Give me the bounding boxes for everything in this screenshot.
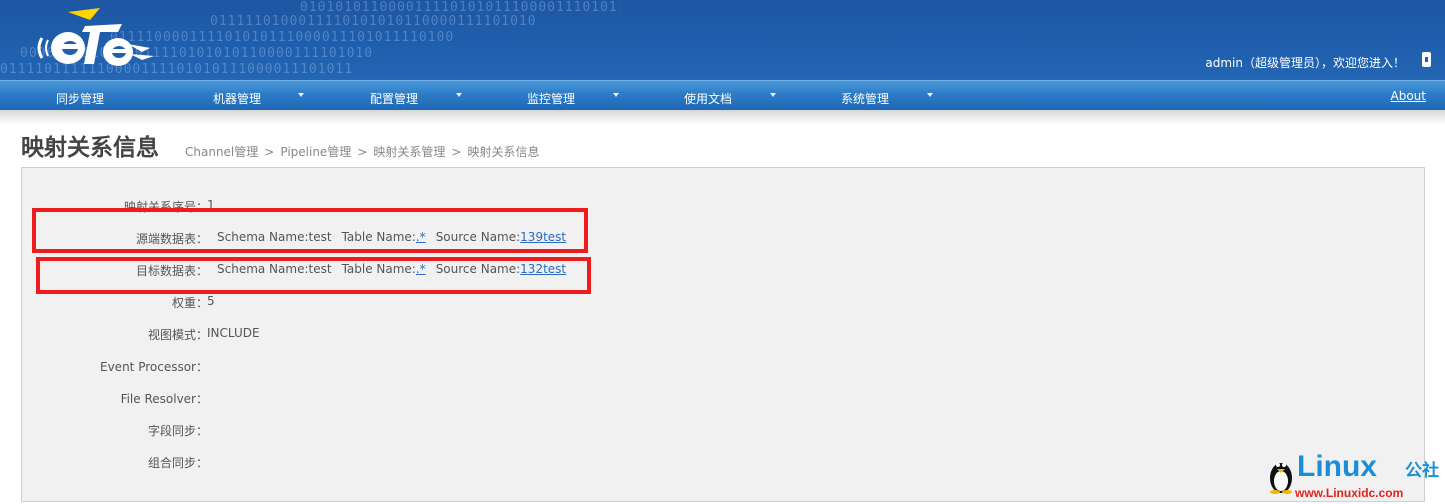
- view-mode-value: INCLUDE: [207, 326, 260, 340]
- event-processor-label: Event Processor：: [100, 360, 208, 374]
- chevron-down-icon[interactable]: [927, 93, 933, 97]
- detail-row-field-sync: 字段同步：: [22, 422, 722, 438]
- nav-item-machine-management[interactable]: 机器管理: [213, 90, 261, 107]
- detail-row-group-sync: 组合同步：: [22, 454, 722, 470]
- breadcrumb: Channel管理 > Pipeline管理 > 映射关系管理 > 映射关系信息: [185, 143, 539, 160]
- tux-penguin-icon: [1270, 463, 1292, 494]
- chevron-down-icon[interactable]: [770, 93, 776, 97]
- otter-logo-icon[interactable]: [30, 4, 160, 76]
- breadcrumb-item-pipeline[interactable]: Pipeline管理: [280, 145, 351, 159]
- nav-item-config-management[interactable]: 配置管理: [370, 90, 418, 107]
- nav-item-system-management[interactable]: 系统管理: [841, 90, 889, 107]
- nav-item-sync-management[interactable]: 同步管理: [56, 90, 104, 107]
- detail-row-view-mode: 视图模式： INCLUDE: [22, 326, 722, 342]
- header-banner: 0101010110000111101010111000011101011 01…: [0, 0, 1445, 80]
- main-nav-bar: 同步管理 机器管理 配置管理 监控管理 使用文档 系统管理 About: [0, 80, 1445, 110]
- weight-value: 5: [207, 294, 215, 308]
- chevron-down-icon[interactable]: [456, 93, 462, 97]
- breadcrumb-separator: >: [451, 145, 462, 159]
- detail-row-file-resolver: File Resolver：: [22, 390, 722, 406]
- page-title: 映射关系信息: [21, 135, 159, 161]
- breadcrumb-item-mapping-info: 映射关系信息: [467, 145, 540, 159]
- nav-shadow: [0, 110, 1445, 124]
- highlight-box-target: [36, 257, 591, 294]
- chevron-down-icon[interactable]: [613, 93, 619, 97]
- detail-row-event-processor: Event Processor：: [22, 358, 722, 374]
- field-sync-label: 字段同步：: [147, 424, 208, 438]
- breadcrumb-item-channel[interactable]: Channel管理: [185, 145, 258, 159]
- nav-item-monitor-management[interactable]: 监控管理: [527, 90, 575, 107]
- file-resolver-label: File Resolver：: [120, 392, 208, 406]
- highlight-box-source: [32, 208, 588, 253]
- watermark-brand-cn: 公社: [1405, 461, 1439, 481]
- detail-row-weight: 权重： 5: [22, 294, 722, 310]
- user-welcome-text: admin（超级管理员），欢迎您进入！: [1205, 56, 1405, 70]
- nav-item-documentation[interactable]: 使用文档: [684, 90, 732, 107]
- breadcrumb-separator: >: [357, 145, 368, 159]
- breadcrumb-item-mapping-management[interactable]: 映射关系管理: [373, 145, 445, 159]
- group-sync-label: 组合同步：: [147, 456, 208, 470]
- about-link[interactable]: About: [1391, 89, 1426, 103]
- weight-label: 权重：: [171, 296, 208, 310]
- chevron-down-icon[interactable]: [298, 93, 304, 97]
- watermark-brand: Linux: [1297, 450, 1377, 483]
- logout-icon[interactable]: [1422, 52, 1431, 67]
- watermark-url: www.Linuxidc.com: [1295, 486, 1404, 500]
- breadcrumb-separator: >: [264, 145, 275, 159]
- linuxidc-watermark: Linux 公社 www.Linuxidc.com: [1265, 450, 1443, 502]
- view-mode-label: 视图模式：: [147, 328, 208, 342]
